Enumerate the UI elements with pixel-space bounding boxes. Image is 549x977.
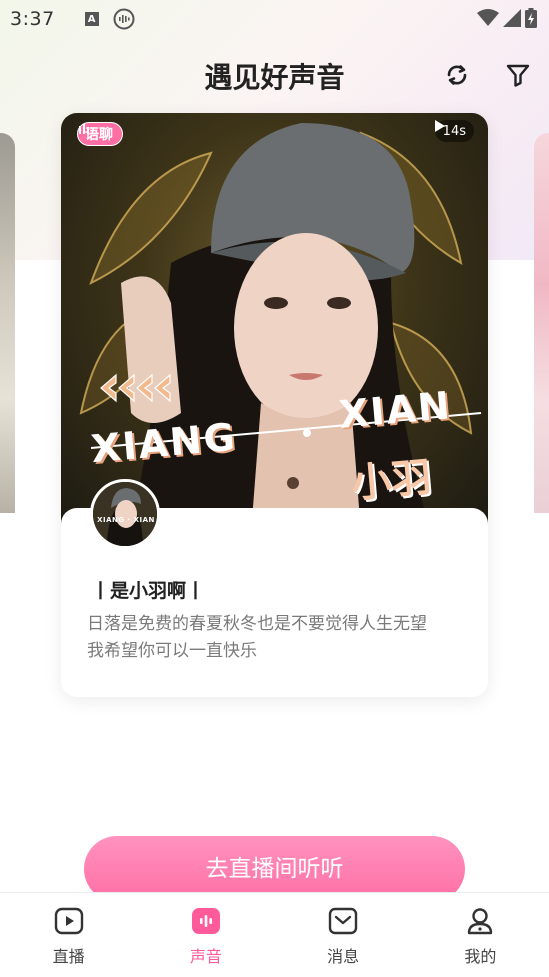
refresh-icon[interactable]	[442, 60, 472, 90]
bio-line-1: 日落是免费的春夏秋冬也是不要觉得人生无望	[87, 614, 427, 634]
status-time: 3:37	[10, 8, 55, 30]
bio-line-2: 我希望你可以一直快乐	[87, 641, 257, 661]
user-name: 丨是小羽啊丨	[91, 580, 206, 602]
avatar-image	[93, 482, 157, 546]
audio-duration-chip[interactable]: 14s	[434, 120, 474, 142]
avatar[interactable]: XIANG · XIAN	[90, 479, 160, 549]
voice-chat-tag: 语聊	[77, 122, 123, 146]
tab-messages[interactable]: 消息	[275, 893, 412, 977]
live-play-icon	[54, 907, 83, 935]
tab-profile-label: 我的	[464, 947, 497, 966]
audio-duration: 14s	[442, 123, 466, 139]
notification-a-icon: A	[84, 12, 99, 26]
message-icon	[328, 907, 358, 935]
tab-live[interactable]: 直播	[0, 893, 137, 977]
cover-text-name: 小羽	[349, 454, 434, 508]
avatar-overlay-text: XIANG · XIAN	[97, 516, 155, 524]
next-card-cover	[534, 133, 549, 513]
audio-notification-icon	[113, 8, 135, 30]
signal-icon	[503, 9, 521, 27]
filter-icon[interactable]	[503, 60, 533, 90]
header: 遇见好声音	[0, 50, 549, 100]
voice-wave-icon	[191, 908, 220, 934]
previous-card-cover	[0, 133, 15, 513]
sound-bars-icon	[79, 124, 89, 134]
wifi-icon	[477, 9, 499, 26]
tab-messages-label: 消息	[327, 947, 360, 966]
play-icon	[434, 120, 445, 132]
tab-voice-label: 声音	[189, 947, 222, 966]
voice-card-cover[interactable]: XIANG XIAN 小羽 语聊 14s	[61, 113, 488, 533]
previous-voice-card[interactable]	[0, 133, 15, 668]
bottom-tab-bar: 直播 声音 消息 我的	[0, 892, 549, 977]
next-voice-card[interactable]	[534, 133, 549, 668]
battery-icon	[525, 8, 537, 28]
user-bio: 日落是免费的春夏秋冬也是不要觉得人生无望 我希望你可以一直快乐	[87, 611, 467, 665]
tab-profile[interactable]: 我的	[412, 893, 549, 977]
status-bar: 3:37 A	[0, 0, 549, 38]
tab-live-label: 直播	[52, 947, 85, 966]
tab-voice[interactable]: 声音	[137, 893, 274, 977]
profile-icon	[468, 908, 493, 935]
voice-card[interactable]: XIANG XIAN 小羽 语聊 14s XIANG · XIAN 丨是小羽啊丨…	[61, 113, 488, 697]
